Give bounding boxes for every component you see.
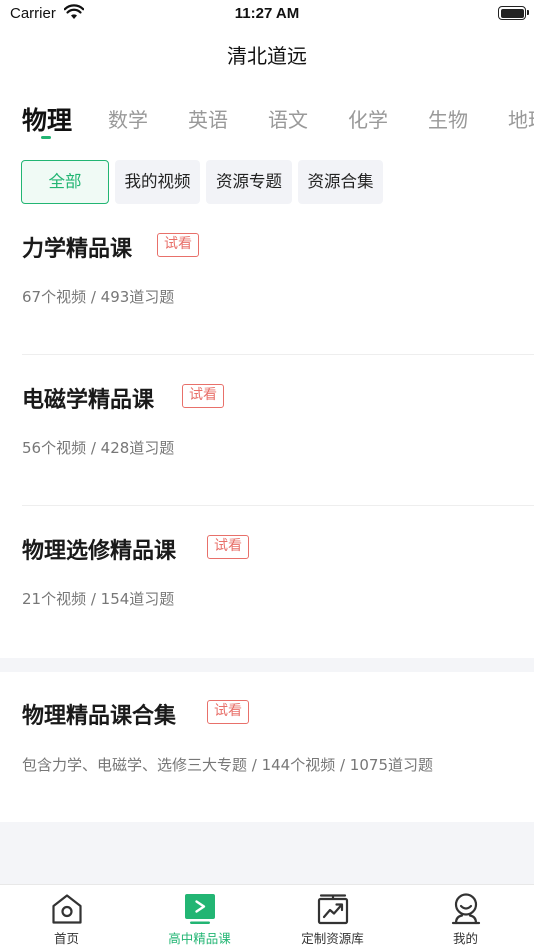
chart-board-icon — [317, 893, 349, 925]
filter-topics[interactable]: 资源专题 — [206, 160, 292, 204]
tab-geography[interactable]: 地理 — [508, 104, 534, 133]
nav-courses-label: 高中精品课 — [168, 931, 231, 946]
bottom-nav: 首页 高中精品课 定制资源库 我的 — [0, 884, 534, 950]
trial-badge[interactable]: 试看 — [207, 700, 249, 724]
nav-resources[interactable]: 定制资源库 — [266, 885, 399, 950]
nav-home-label: 首页 — [53, 931, 79, 946]
course-meta: 21个视频 / 154道习题 — [22, 590, 175, 608]
divider — [22, 505, 534, 506]
tab-chinese[interactable]: 语文 — [268, 104, 308, 133]
play-icon — [184, 893, 216, 925]
section-separator — [0, 658, 534, 672]
filter-collections[interactable]: 资源合集 — [298, 160, 383, 204]
filter-my-videos[interactable]: 我的视频 — [115, 160, 200, 204]
tab-physics[interactable]: 物理 — [22, 101, 72, 137]
trial-badge[interactable]: 试看 — [157, 233, 199, 257]
course-meta: 包含力学、电磁学、选修三大专题 / 144个视频 / 1075道习题 — [22, 756, 433, 774]
tab-chemistry[interactable]: 化学 — [348, 104, 388, 133]
course-title: 物理选修精品课 — [22, 539, 177, 564]
profile-icon — [450, 893, 482, 925]
tab-english[interactable]: 英语 — [188, 104, 228, 133]
nav-resources-label: 定制资源库 — [301, 931, 364, 946]
nav-courses[interactable]: 高中精品课 — [133, 885, 266, 950]
course-item[interactable]: 电磁学精品课 试看 56个视频 / 428道习题 — [0, 361, 534, 507]
course-title: 力学精品课 — [22, 237, 133, 262]
trial-badge[interactable]: 试看 — [207, 535, 249, 559]
nav-profile[interactable]: 我的 — [399, 885, 532, 950]
home-icon — [51, 893, 83, 925]
course-item[interactable]: 力学精品课 试看 67个视频 / 493道习题 — [0, 210, 534, 356]
nav-home[interactable]: 首页 — [0, 885, 133, 950]
tab-math[interactable]: 数学 — [108, 104, 148, 133]
active-tab-indicator — [41, 136, 51, 139]
course-meta: 67个视频 / 493道习题 — [22, 288, 175, 306]
app-title: 清北道远 — [227, 44, 307, 68]
tab-biology[interactable]: 生物 — [428, 104, 468, 133]
course-item[interactable]: 物理选修精品课 试看 21个视频 / 154道习题 — [0, 512, 534, 658]
course-title: 电磁学精品课 — [22, 388, 155, 413]
bottom-spacer — [0, 822, 534, 884]
filter-all[interactable]: 全部 — [21, 160, 109, 204]
trial-badge[interactable]: 试看 — [182, 384, 224, 408]
nav-profile-label: 我的 — [452, 931, 478, 946]
course-title: 物理精品课合集 — [22, 704, 177, 729]
divider — [22, 354, 534, 355]
status-bar: Carrier 11:27 AM — [0, 0, 534, 28]
course-meta: 56个视频 / 428道习题 — [22, 439, 175, 457]
course-collection-item[interactable]: 物理精品课合集 试看 包含力学、电磁学、选修三大专题 / 144个视频 / 10… — [0, 672, 534, 822]
battery-icon — [498, 6, 529, 20]
clock: 11:27 AM — [234, 5, 300, 22]
